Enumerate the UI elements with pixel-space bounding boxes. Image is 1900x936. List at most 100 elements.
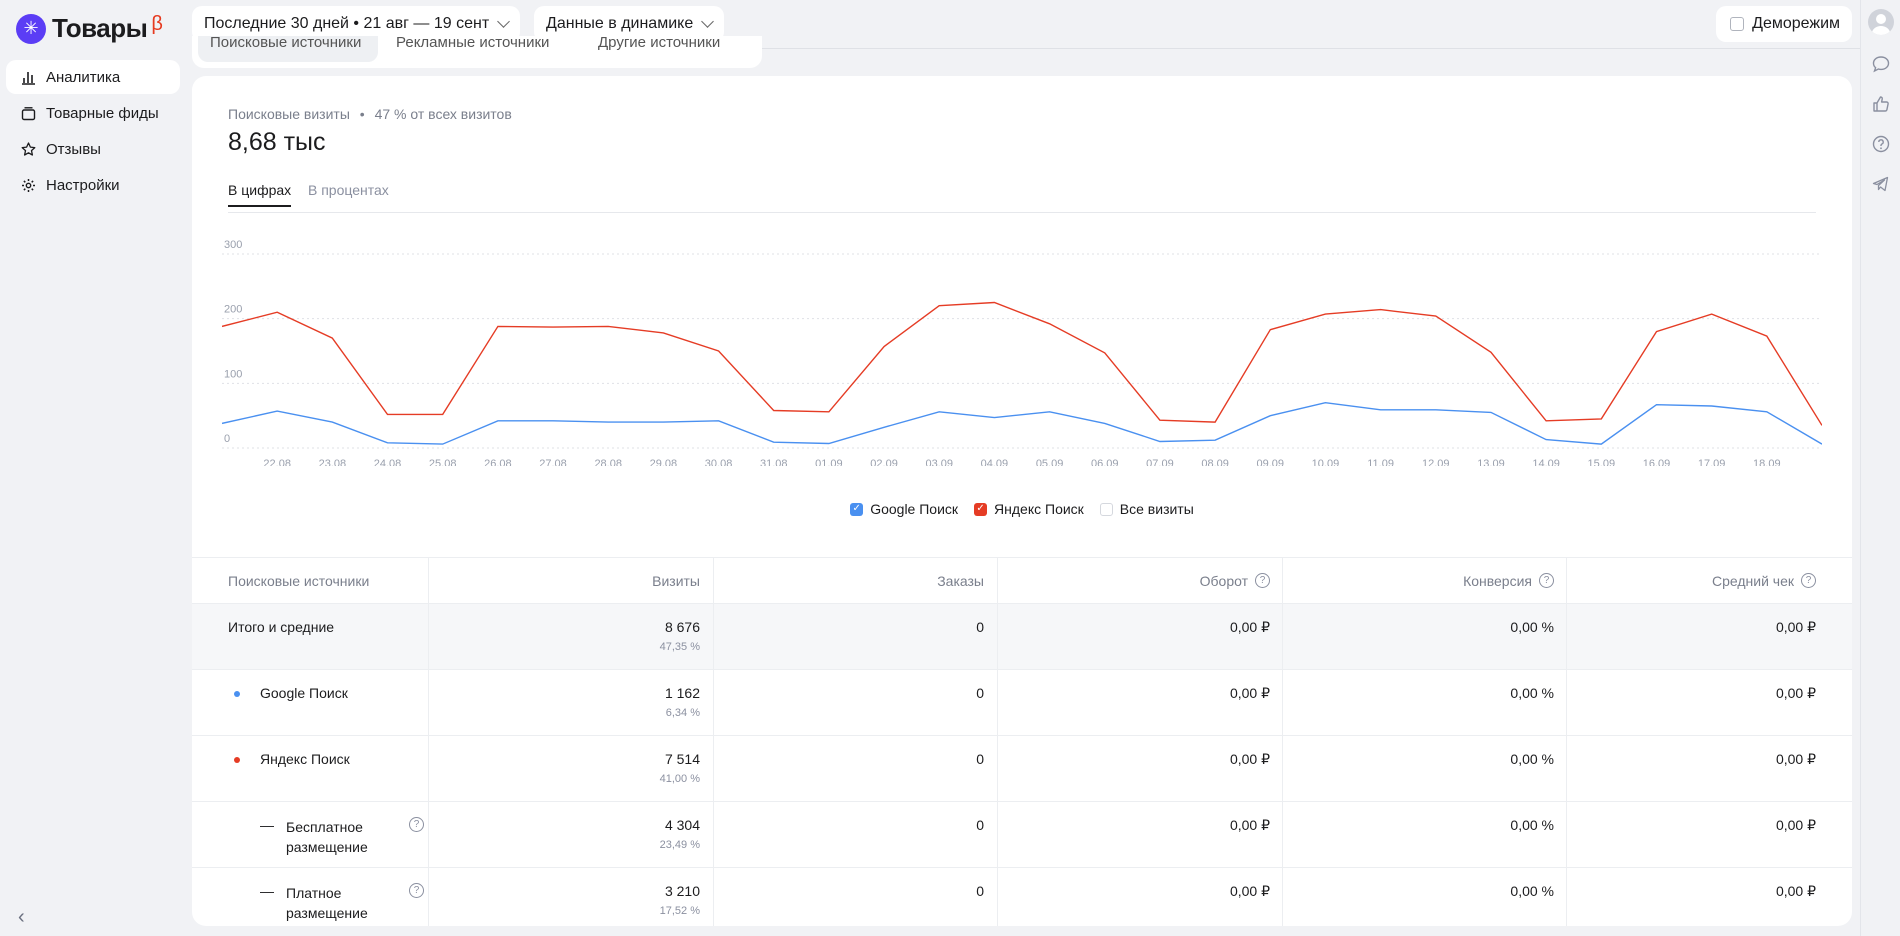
conversion-value: 0,00 % (1510, 817, 1554, 833)
subtitle-text: Поисковые визиты (228, 106, 350, 122)
table-row[interactable]: — Бесплатное размещение ? 4 304 23,49 % 0… (192, 801, 1852, 867)
avatar[interactable] (1868, 9, 1894, 35)
x-tick-label: 15.09 (1588, 458, 1616, 466)
help-icon[interactable]: ? (1255, 573, 1270, 588)
orders-value: 0 (976, 685, 984, 701)
avg-check-value: 0,00 ₽ (1775, 619, 1816, 635)
visits-value: 3 210 (664, 883, 700, 899)
legend-label: Google Поиск (870, 501, 959, 517)
child-dash: — (260, 817, 274, 833)
table-row[interactable]: Яндекс Поиск 7 514 41,00 % 0 0,00 ₽ 0,00 … (192, 735, 1852, 801)
source-tabs: Поисковые источники Рекламные источники … (192, 36, 762, 68)
subtitle-separator: • (359, 106, 365, 122)
y-tick-label: 0 (224, 433, 230, 445)
turnover-value: 0,00 ₽ (1229, 817, 1270, 833)
legend-all-visits[interactable]: Все визиты (1099, 501, 1194, 517)
tab-ad-sources[interactable]: Рекламные источники (396, 36, 549, 51)
y-tick-label: 300 (224, 239, 242, 251)
col-header-source: Поисковые источники (192, 558, 429, 603)
star-icon (20, 141, 36, 157)
sidebar-item-settings[interactable]: Настройки (6, 168, 180, 202)
bar-chart-icon (20, 69, 36, 85)
turnover-value: 0,00 ₽ (1229, 751, 1270, 767)
orders-value: 0 (976, 619, 984, 635)
header-label: Конверсия (1463, 572, 1532, 589)
conversion-value: 0,00 % (1510, 619, 1554, 635)
x-tick-label: 02.09 (870, 458, 898, 466)
telegram-icon[interactable] (1871, 174, 1891, 194)
row-name: Яндекс Поиск (260, 751, 350, 767)
demo-checkbox[interactable] (1730, 17, 1745, 31)
help-icon[interactable]: ? (409, 817, 424, 832)
x-tick-label: 06.09 (1091, 458, 1119, 466)
series-line[interactable] (222, 401, 1822, 445)
logo-icon: ✳ (16, 13, 46, 44)
table-row[interactable]: — Платное размещение ? 3 210 17,52 % 0 0,… (192, 867, 1852, 926)
chevron-down-icon (497, 14, 511, 28)
series-dot (234, 757, 240, 763)
help-icon[interactable]: ? (1539, 573, 1554, 588)
x-tick-label: 26.08 (484, 458, 512, 466)
series-line[interactable] (222, 301, 1822, 426)
row-name: Платное размещение (286, 885, 368, 921)
x-tick-label: 24.08 (374, 458, 402, 466)
x-tick-label: 25.08 (429, 458, 457, 466)
visits-share: 47,35 % (659, 641, 700, 653)
sidebar-item-feeds[interactable]: Товарные фиды (6, 96, 180, 130)
conversion-value: 0,00 % (1510, 751, 1554, 767)
x-tick-label: 11.09 (1367, 458, 1394, 466)
x-tick-label: 09.09 (1257, 458, 1285, 466)
header-label: Визиты (652, 572, 700, 589)
sidebar-item-reviews[interactable]: Отзывы (6, 132, 180, 166)
sidebar-item-analytics[interactable]: Аналитика (6, 60, 180, 94)
x-tick-label: 23.08 (319, 458, 347, 466)
x-tick-label: 28.08 (594, 458, 622, 466)
x-tick-label: 31.08 (760, 458, 788, 466)
orders-value: 0 (976, 817, 984, 833)
orders-value: 0 (976, 751, 984, 767)
tab-numbers[interactable]: В цифрах (228, 182, 292, 207)
checkbox-checked-icon[interactable]: ✓ (850, 502, 864, 516)
turnover-value: 0,00 ₽ (1229, 619, 1270, 635)
turnover-value: 0,00 ₽ (1229, 883, 1270, 899)
x-tick-label: 08.09 (1201, 458, 1229, 466)
legend-yandex[interactable]: ✓ Яндекс Поиск (974, 501, 1084, 517)
demo-mode-toggle[interactable]: Деморежим (1716, 6, 1852, 42)
row-name: Google Поиск (260, 685, 348, 701)
x-tick-label: 07.09 (1146, 458, 1174, 466)
x-tick-label: 18.09 (1753, 458, 1781, 466)
help-icon[interactable]: ? (409, 883, 424, 898)
checkbox-checked-icon[interactable]: ✓ (974, 502, 988, 516)
col-header-visits[interactable]: Визиты (429, 558, 714, 603)
tab-percent[interactable]: В процентах (308, 182, 389, 205)
legend-label: Яндекс Поиск (994, 501, 1084, 517)
legend-google[interactable]: ✓ Google Поиск (850, 501, 958, 517)
x-tick-label: 29.08 (650, 458, 678, 466)
visits-value: 4 304 (664, 817, 700, 833)
orders-value: 0 (976, 883, 984, 899)
x-tick-label: 14.09 (1532, 458, 1560, 466)
tab-other-sources[interactable]: Другие источники (598, 36, 720, 51)
collapse-sidebar-icon[interactable]: ‹ (18, 906, 25, 929)
beta-badge: β (151, 13, 163, 35)
tab-search-sources[interactable]: Поисковые источники (210, 36, 361, 51)
sidebar: ✳ Товары β Аналитика Товарные фиды Отзыв… (0, 0, 186, 936)
x-tick-label: 16.09 (1643, 458, 1671, 466)
col-header-turnover[interactable]: Оборот? (998, 558, 1283, 603)
avg-check-value: 0,00 ₽ (1775, 751, 1816, 767)
thumbs-up-icon[interactable] (1871, 94, 1891, 114)
checkbox-unchecked-icon[interactable] (1099, 502, 1113, 516)
col-header-orders[interactable]: Заказы (714, 558, 998, 603)
search-visits-card: Поисковые визиты • 47 % от всех визитов … (192, 76, 1852, 926)
header-label: Оборот (1199, 572, 1248, 589)
col-header-avg-check[interactable]: Средний чек? (1567, 558, 1852, 603)
feed-icon (20, 105, 36, 121)
help-icon[interactable] (1871, 134, 1891, 154)
chat-icon[interactable] (1871, 54, 1891, 74)
col-header-conversion[interactable]: Конверсия? (1283, 558, 1567, 603)
visits-value: 1 162 (664, 685, 700, 701)
help-icon[interactable]: ? (1801, 573, 1816, 588)
logo[interactable]: ✳ Товары β (16, 13, 163, 44)
avg-check-value: 0,00 ₽ (1775, 817, 1816, 833)
table-row[interactable]: Google Поиск 1 162 6,34 % 0 0,00 ₽ 0,00 %… (192, 669, 1852, 735)
